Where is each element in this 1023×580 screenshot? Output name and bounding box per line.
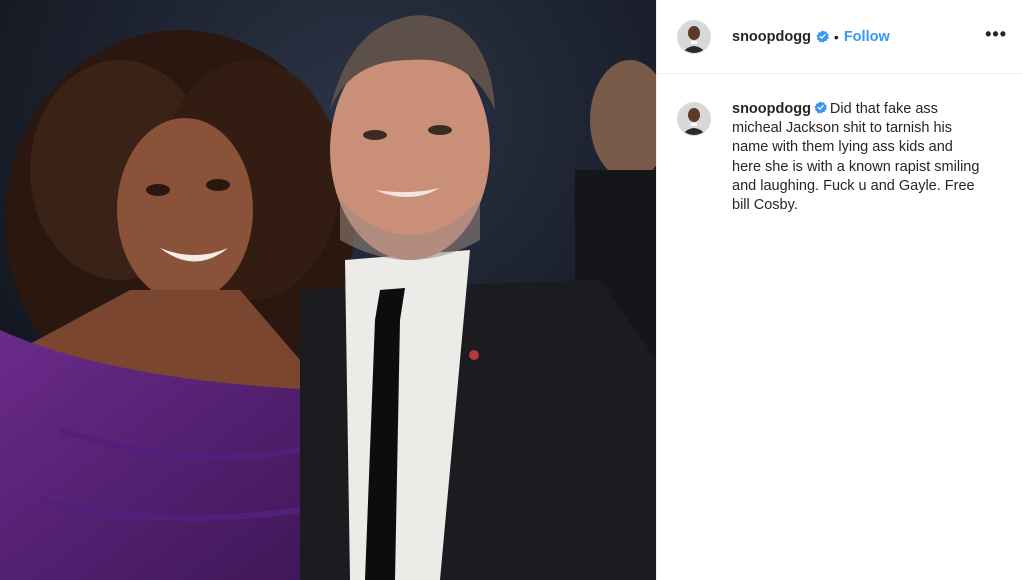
caption-username[interactable]: snoopdogg [732, 101, 811, 117]
more-options-icon[interactable]: ••• [985, 24, 1007, 44]
caption-body: snoopdogg Did that fake ass micheal Jack… [732, 100, 982, 215]
follow-button[interactable]: Follow [844, 29, 890, 45]
verified-badge-icon [816, 30, 829, 43]
avatar-image [678, 20, 710, 53]
avatar-image [678, 103, 710, 135]
post-header: snoopdogg • Follow ••• [657, 0, 1023, 74]
caption-avatar[interactable] [677, 102, 711, 136]
post-sidebar: snoopdogg • Follow ••• snoopdogg Did tha… [656, 0, 1023, 580]
instagram-post: snoopdogg • Follow ••• snoopdogg Did tha… [0, 0, 1023, 580]
avatar[interactable] [677, 19, 711, 54]
verified-badge-icon [814, 101, 827, 114]
post-photo[interactable] [0, 0, 656, 580]
caption-text: Did that fake ass micheal Jackson shit t… [732, 101, 980, 214]
header-username[interactable]: snoopdogg [732, 29, 811, 45]
separator-dot: • [833, 28, 839, 45]
post-image [0, 0, 656, 580]
caption-comment: snoopdogg Did that fake ass micheal Jack… [657, 74, 1023, 215]
